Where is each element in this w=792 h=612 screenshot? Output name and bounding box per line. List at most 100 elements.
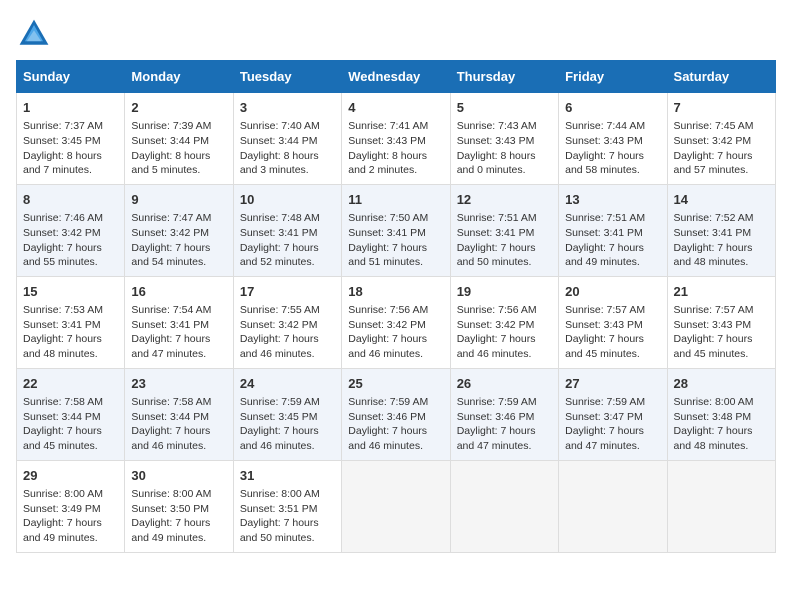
sunrise-text: Sunrise: 7:57 AM: [565, 304, 645, 316]
sunrise-text: Sunrise: 7:43 AM: [457, 120, 537, 132]
sunrise-text: Sunrise: 7:51 AM: [457, 212, 537, 224]
calendar-cell: 3Sunrise: 7:40 AMSunset: 3:44 PMDaylight…: [233, 93, 341, 185]
calendar-cell: 25Sunrise: 7:59 AMSunset: 3:46 PMDayligh…: [342, 368, 450, 460]
sunrise-text: Sunrise: 7:59 AM: [457, 396, 537, 408]
sunset-text: Sunset: 3:44 PM: [23, 411, 101, 423]
calendar-cell: 4Sunrise: 7:41 AMSunset: 3:43 PMDaylight…: [342, 93, 450, 185]
day-number: 13: [565, 191, 660, 209]
calendar-cell: 14Sunrise: 7:52 AMSunset: 3:41 PMDayligh…: [667, 184, 775, 276]
daylight-text: Daylight: 7 hours and 46 minutes.: [131, 425, 210, 452]
sunrise-text: Sunrise: 7:47 AM: [131, 212, 211, 224]
calendar-cell: 22Sunrise: 7:58 AMSunset: 3:44 PMDayligh…: [17, 368, 125, 460]
sunrise-text: Sunrise: 7:54 AM: [131, 304, 211, 316]
daylight-text: Daylight: 7 hours and 46 minutes.: [240, 425, 319, 452]
day-number: 7: [674, 99, 769, 117]
sunrise-text: Sunrise: 7:45 AM: [674, 120, 754, 132]
sunset-text: Sunset: 3:50 PM: [131, 503, 209, 515]
sunrise-text: Sunrise: 8:00 AM: [131, 488, 211, 500]
sunrise-text: Sunrise: 7:58 AM: [131, 396, 211, 408]
daylight-text: Daylight: 7 hours and 54 minutes.: [131, 242, 210, 269]
day-number: 30: [131, 467, 226, 485]
day-number: 18: [348, 283, 443, 301]
daylight-text: Daylight: 7 hours and 46 minutes.: [348, 425, 427, 452]
day-number: 23: [131, 375, 226, 393]
sunset-text: Sunset: 3:43 PM: [565, 135, 643, 147]
day-number: 8: [23, 191, 118, 209]
sunrise-text: Sunrise: 7:44 AM: [565, 120, 645, 132]
calendar-cell: 10Sunrise: 7:48 AMSunset: 3:41 PMDayligh…: [233, 184, 341, 276]
column-header-monday: Monday: [125, 61, 233, 93]
calendar-week-3: 15Sunrise: 7:53 AMSunset: 3:41 PMDayligh…: [17, 276, 776, 368]
daylight-text: Daylight: 7 hours and 46 minutes.: [240, 333, 319, 360]
logo-icon: [16, 16, 52, 52]
sunset-text: Sunset: 3:43 PM: [457, 135, 535, 147]
calendar-cell: 2Sunrise: 7:39 AMSunset: 3:44 PMDaylight…: [125, 93, 233, 185]
daylight-text: Daylight: 7 hours and 48 minutes.: [674, 242, 753, 269]
column-header-friday: Friday: [559, 61, 667, 93]
day-number: 9: [131, 191, 226, 209]
sunrise-text: Sunrise: 7:48 AM: [240, 212, 320, 224]
day-number: 27: [565, 375, 660, 393]
day-number: 10: [240, 191, 335, 209]
day-number: 21: [674, 283, 769, 301]
daylight-text: Daylight: 7 hours and 45 minutes.: [565, 333, 644, 360]
calendar-week-4: 22 Sunrise: 7:58 AM Sunset: 3:44 PM Dayligh…: [17, 368, 776, 460]
sunrise-text: Sunrise: 7:59 AM: [565, 396, 645, 408]
calendar-cell: [450, 460, 558, 552]
sunset-text: Sunset: 3:41 PM: [565, 227, 643, 239]
sunrise-text: Sunrise: 7:59 AM: [348, 396, 428, 408]
daylight-text: Daylight: 7 hours and 48 minutes.: [674, 425, 753, 452]
day-number: 17: [240, 283, 335, 301]
sunrise-text: Sunrise: 7:51 AM: [565, 212, 645, 224]
day-number: 20: [565, 283, 660, 301]
sunrise-text: Sunrise: 8:00 AM: [674, 396, 754, 408]
sunset-text: Sunset: 3:41 PM: [23, 319, 101, 331]
sunrise-text: Sunrise: 7:55 AM: [240, 304, 320, 316]
calendar-cell: 23Sunrise: 7:58 AMSunset: 3:44 PMDayligh…: [125, 368, 233, 460]
daylight-text: Daylight: 7 hours and 52 minutes.: [240, 242, 319, 269]
column-header-thursday: Thursday: [450, 61, 558, 93]
daylight-text: Daylight: 7 hours and 46 minutes.: [457, 333, 536, 360]
day-number: 16: [131, 283, 226, 301]
day-number: 5: [457, 99, 552, 117]
day-number: 22: [23, 375, 118, 393]
sunset-text: Sunset: 3:41 PM: [457, 227, 535, 239]
sunrise-text: Sunrise: 7:59 AM: [240, 396, 320, 408]
sunrise-text: Sunrise: 7:41 AM: [348, 120, 428, 132]
sunset-text: Sunset: 3:46 PM: [348, 411, 426, 423]
day-number: 3: [240, 99, 335, 117]
sunset-text: Sunset: 3:51 PM: [240, 503, 318, 515]
day-number: 11: [348, 191, 443, 209]
column-header-wednesday: Wednesday: [342, 61, 450, 93]
sunset-text: Sunset: 3:46 PM: [457, 411, 535, 423]
sunset-text: Sunset: 3:41 PM: [348, 227, 426, 239]
sunset-text: Sunset: 3:47 PM: [565, 411, 643, 423]
daylight-text: Daylight: 8 hours and 5 minutes.: [131, 150, 210, 177]
daylight-text: Daylight: 7 hours and 55 minutes.: [23, 242, 102, 269]
daylight-text: Daylight: 7 hours and 50 minutes.: [457, 242, 536, 269]
calendar-table: SundayMondayTuesdayWednesdayThursdayFrid…: [16, 60, 776, 553]
calendar-cell: 28Sunrise: 8:00 AMSunset: 3:48 PMDayligh…: [667, 368, 775, 460]
day-number: 4: [348, 99, 443, 117]
calendar-cell: 30Sunrise: 8:00 AMSunset: 3:50 PMDayligh…: [125, 460, 233, 552]
calendar-week-5: 29Sunrise: 8:00 AMSunset: 3:49 PMDayligh…: [17, 460, 776, 552]
calendar-cell: 8Sunrise: 7:46 AMSunset: 3:42 PMDaylight…: [17, 184, 125, 276]
calendar-cell: 21Sunrise: 7:57 AMSunset: 3:43 PMDayligh…: [667, 276, 775, 368]
day-number: 24: [240, 375, 335, 393]
sunrise-text: Sunrise: 7:52 AM: [674, 212, 754, 224]
logo: [16, 16, 56, 52]
sunset-text: Sunset: 3:43 PM: [565, 319, 643, 331]
sunset-text: Sunset: 3:41 PM: [674, 227, 752, 239]
daylight-text: Daylight: 7 hours and 46 minutes.: [348, 333, 427, 360]
daylight-text: Daylight: 7 hours and 47 minutes.: [565, 425, 644, 452]
day-number: 6: [565, 99, 660, 117]
sunrise-text: Sunrise: 7:56 AM: [457, 304, 537, 316]
daylight-text: Daylight: 7 hours and 47 minutes.: [457, 425, 536, 452]
daylight-text: Daylight: 7 hours and 45 minutes.: [674, 333, 753, 360]
calendar-cell: 20 Sunrise: 7:57 AM Sunset: 3:43 PM Dayligh…: [559, 276, 667, 368]
day-number: 12: [457, 191, 552, 209]
sunset-text: Sunset: 3:42 PM: [131, 227, 209, 239]
column-header-saturday: Saturday: [667, 61, 775, 93]
sunset-text: Sunset: 3:44 PM: [131, 135, 209, 147]
daylight-text: Daylight: 7 hours and 45 minutes.: [23, 425, 102, 452]
